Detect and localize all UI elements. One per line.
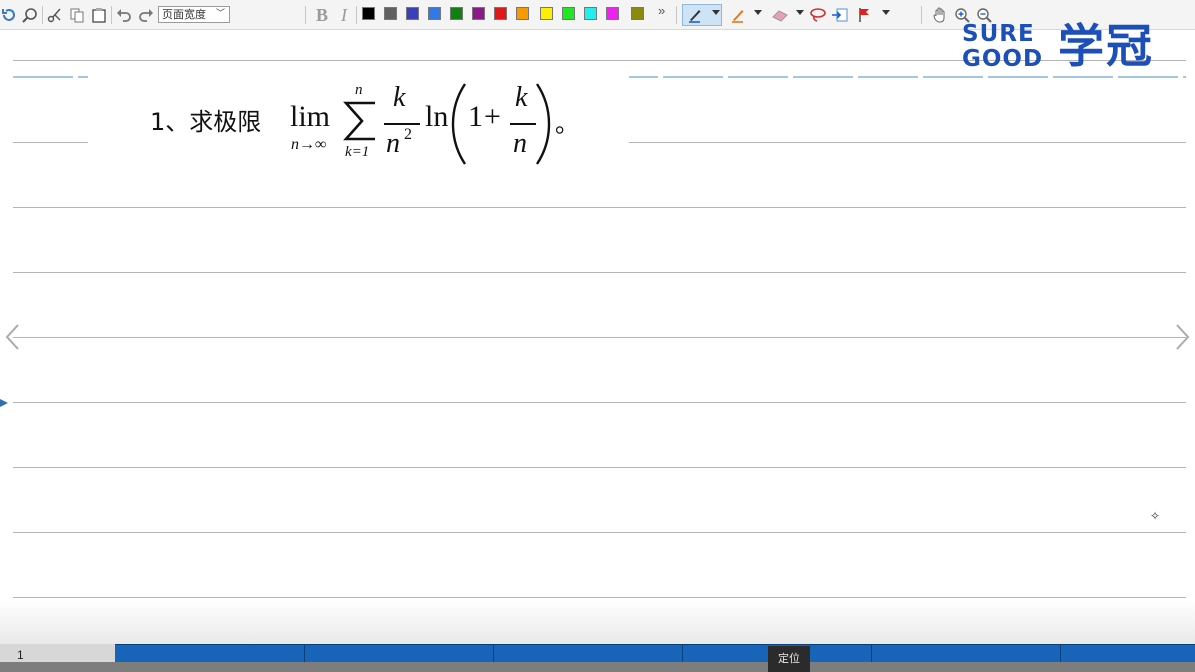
- more-colors-button[interactable]: »: [658, 3, 665, 18]
- cursor-icon: ✧: [1150, 509, 1161, 523]
- fraction-numerator: k: [393, 82, 406, 113]
- insert-icon[interactable]: [830, 5, 850, 25]
- problem-label: 1、求极限: [150, 108, 262, 136]
- color-swatch[interactable]: [584, 7, 597, 20]
- bottom-strip: [0, 662, 1195, 672]
- color-swatch[interactable]: [540, 7, 553, 20]
- locate-button[interactable]: 定位: [768, 646, 810, 672]
- flag-icon[interactable]: [855, 5, 875, 25]
- page-rule-line: [13, 337, 1186, 338]
- color-swatch[interactable]: [606, 7, 619, 20]
- right-paren-icon: [536, 83, 551, 165]
- sum-upper-limit: n: [355, 82, 363, 98]
- logo-text-en-line1: SURE: [962, 21, 1035, 47]
- color-swatch[interactable]: [516, 7, 529, 20]
- log-operator: ln: [425, 100, 449, 133]
- logo-text-en-line2: GOOD: [962, 46, 1044, 72]
- chevron-down-icon[interactable]: [712, 10, 720, 15]
- page-rule-line: [13, 402, 1186, 403]
- toolbar-separator: [305, 6, 306, 24]
- bold-button[interactable]: B: [313, 5, 331, 25]
- chevron-right-icon: [1176, 324, 1190, 350]
- next-page-button[interactable]: [1172, 322, 1192, 352]
- redo-icon[interactable]: [137, 5, 155, 25]
- progress-segment-divider: [1060, 645, 1061, 663]
- fraction-exponent: 2: [404, 126, 412, 143]
- zoom-select[interactable]: 页面宽度 ﹀: [158, 6, 230, 23]
- previous-page-button[interactable]: [3, 322, 23, 352]
- refresh-icon[interactable]: [0, 5, 18, 25]
- page-rule-line: [13, 272, 1186, 273]
- plus-sign: +: [484, 100, 501, 133]
- bottom-fade: [0, 600, 1195, 644]
- color-swatch[interactable]: [362, 7, 375, 20]
- inner-denominator: n: [513, 128, 527, 159]
- page-marker-icon: [0, 399, 8, 407]
- chevron-down-icon[interactable]: [754, 10, 762, 15]
- inner-one: 1: [468, 100, 483, 133]
- limit-operator: lim: [290, 100, 331, 133]
- pen-icon[interactable]: [686, 5, 704, 25]
- toolbar-separator: [42, 6, 43, 24]
- fraction-bar: [384, 123, 420, 125]
- color-swatch[interactable]: [384, 7, 397, 20]
- eraser-icon[interactable]: [770, 5, 790, 25]
- end-mark: 。: [555, 110, 579, 138]
- color-swatch[interactable]: [428, 7, 441, 20]
- progress-segment-divider: [682, 645, 683, 663]
- copy-icon[interactable]: [68, 5, 86, 25]
- page-rule-line: [13, 532, 1186, 533]
- zoom-select-value: 页面宽度: [162, 8, 206, 21]
- sum-sign-icon: [343, 101, 375, 141]
- undo-icon[interactable]: [115, 5, 133, 25]
- toolbar-separator: [921, 6, 922, 24]
- chevron-down-icon[interactable]: [796, 10, 804, 15]
- sum-lower-limit: k=1: [345, 144, 369, 161]
- paste-icon[interactable]: [90, 5, 108, 25]
- lasso-icon[interactable]: [808, 5, 828, 25]
- color-swatch[interactable]: [631, 7, 644, 20]
- progress-segment-divider: [304, 645, 305, 663]
- italic-button[interactable]: I: [336, 5, 352, 25]
- color-swatch[interactable]: [450, 7, 463, 20]
- page-rule-line: [13, 207, 1186, 208]
- suregood-logo: SURE GOOD 学冠: [960, 20, 1175, 76]
- toolbar-separator: [111, 6, 112, 24]
- toolbar-separator: [676, 6, 677, 24]
- zoom-page-icon[interactable]: [21, 5, 39, 25]
- chevron-left-icon: [5, 324, 19, 350]
- color-swatch[interactable]: [494, 7, 507, 20]
- hand-icon[interactable]: [930, 5, 950, 25]
- limit-subscript: n→∞: [291, 136, 327, 153]
- cut-icon[interactable]: [46, 5, 64, 25]
- page-number: 1: [17, 648, 24, 662]
- chevron-down-icon[interactable]: [882, 10, 890, 15]
- fraction-denominator: n: [386, 128, 400, 159]
- progress-segment-divider: [493, 645, 494, 663]
- chevron-down-icon: ﹀: [215, 9, 225, 19]
- inner-fraction-bar: [510, 123, 536, 125]
- toolbar-separator: [356, 6, 357, 24]
- logo-text-cn: 学冠: [1058, 19, 1154, 73]
- progress-segment-divider: [871, 645, 872, 663]
- page-rule-line: [13, 597, 1186, 598]
- page-progress-bar[interactable]: [115, 644, 1195, 663]
- highlighter-icon[interactable]: [728, 5, 748, 25]
- sum-lower-limit-text: k=1: [345, 144, 370, 160]
- inner-numerator: k: [515, 82, 528, 113]
- color-swatch[interactable]: [472, 7, 485, 20]
- left-paren-icon: [451, 83, 466, 165]
- color-swatch[interactable]: [562, 7, 575, 20]
- page-rule-line: [13, 467, 1186, 468]
- color-swatch[interactable]: [406, 7, 419, 20]
